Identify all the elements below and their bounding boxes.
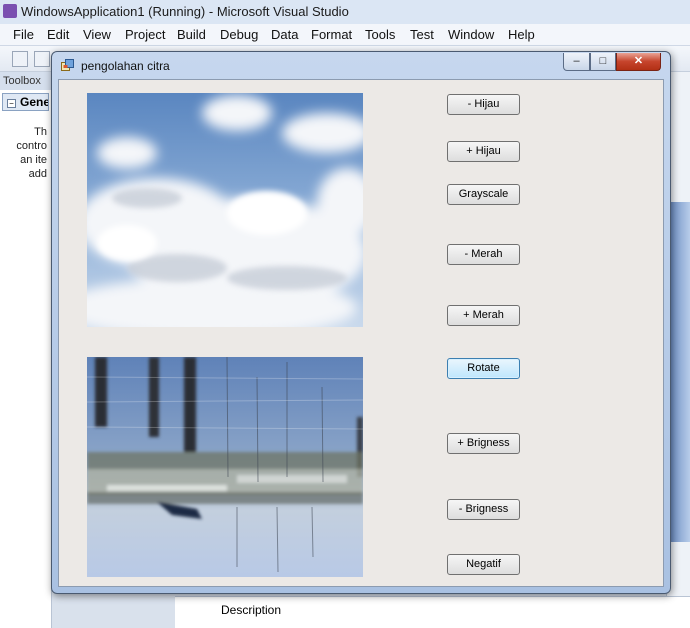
toolbox-panel: Toolbox −General Th contro an ite add: [0, 72, 52, 628]
form-client-area: - Hijau + Hijau Grayscale - Merah + Mera…: [58, 79, 664, 587]
clouds-image: [87, 93, 363, 327]
toolbox-info: Th contro an ite add: [0, 125, 51, 181]
menu-build[interactable]: Build: [177, 27, 206, 42]
form-app-icon: [61, 59, 74, 71]
menu-data[interactable]: Data: [271, 27, 298, 42]
plus-merah-button[interactable]: + Merah: [447, 305, 520, 326]
minus-merah-button[interactable]: - Merah: [447, 244, 520, 265]
toolbox-info-line: an ite: [20, 154, 47, 166]
form-window: pengolahan citra – □ ✕ - Hijau + Hijau G…: [51, 51, 671, 594]
negatif-button[interactable]: Negatif: [447, 554, 520, 575]
menu-edit[interactable]: Edit: [47, 27, 69, 42]
minus-hijau-button[interactable]: - Hijau: [447, 94, 520, 115]
minus-brigness-button[interactable]: - Brigness: [447, 499, 520, 520]
plus-hijau-button[interactable]: + Hijau: [447, 141, 520, 162]
properties-panel: Description: [175, 596, 690, 628]
close-icon: ✕: [633, 55, 644, 67]
toolbox-info-line: add: [28, 168, 47, 180]
minimize-button[interactable]: –: [563, 53, 590, 71]
close-button[interactable]: ✕: [616, 53, 661, 71]
plus-brigness-button[interactable]: + Brigness: [447, 433, 520, 454]
menu-format[interactable]: Format: [311, 27, 352, 42]
menu-file[interactable]: File: [13, 27, 34, 42]
maximize-button[interactable]: □: [590, 53, 616, 71]
menu-help[interactable]: Help: [508, 27, 535, 42]
picture-box-result: [87, 357, 363, 591]
description-label: Description: [221, 603, 282, 617]
picture-box-original: [87, 93, 363, 327]
toolbox-group-label: General: [20, 95, 48, 109]
menu-test[interactable]: Test: [410, 27, 434, 42]
minimize-icon: –: [573, 55, 580, 67]
form-title: pengolahan citra: [81, 59, 170, 73]
menu-window[interactable]: Window: [448, 27, 494, 42]
toolbox-info-line: contro: [16, 140, 47, 152]
maximize-icon: □: [599, 55, 607, 67]
panel-scrollbar[interactable]: [671, 202, 690, 542]
collapse-icon[interactable]: −: [7, 99, 16, 108]
toolbar-icon[interactable]: [34, 51, 50, 67]
toolbox-header: Toolbox: [0, 72, 51, 90]
harbor-image: [87, 357, 363, 577]
menu-debug[interactable]: Debug: [220, 27, 258, 42]
rotate-button[interactable]: Rotate: [447, 358, 520, 379]
ide-titlebar: WindowsApplication1 (Running) - Microsof…: [0, 0, 690, 24]
visual-studio-icon: [3, 4, 17, 18]
toolbox-group-general[interactable]: −General: [2, 93, 49, 111]
toolbar-icon[interactable]: [12, 51, 28, 67]
toolbox-info-line: Th: [34, 126, 47, 138]
menu-tools[interactable]: Tools: [365, 27, 395, 42]
ide-menubar: File Edit View Project Build Debug Data …: [0, 24, 690, 46]
grayscale-button[interactable]: Grayscale: [447, 184, 520, 205]
menu-project[interactable]: Project: [125, 27, 165, 42]
menu-view[interactable]: View: [83, 27, 111, 42]
ide-title: WindowsApplication1 (Running) - Microsof…: [21, 4, 349, 19]
